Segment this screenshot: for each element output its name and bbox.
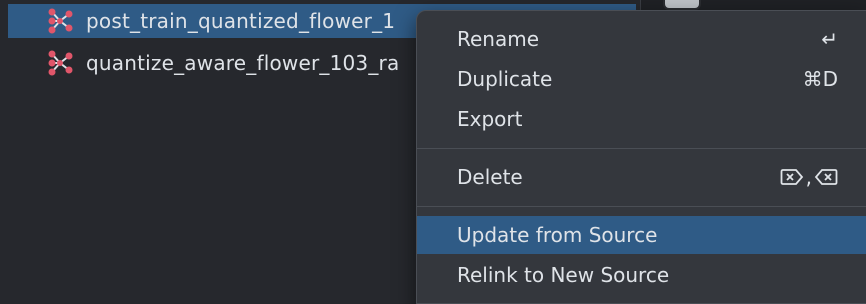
menu-separator: [417, 148, 866, 149]
menu-item-label: Relink to New Source: [457, 263, 670, 287]
forward-delete-icon: [780, 169, 803, 185]
file-name: post_train_quantized_flower_1: [86, 9, 396, 33]
menu-item-label: Export: [457, 107, 523, 131]
backspace-icon: [814, 169, 838, 185]
menu-item-rename[interactable]: Rename ↵: [417, 20, 866, 58]
menu-item-export[interactable]: Export: [417, 100, 866, 138]
shortcut-separator: ,: [805, 165, 812, 189]
file-name: quantize_aware_flower_103_ra: [86, 51, 400, 75]
delete-keys-icon: ,: [780, 165, 838, 189]
toggle-chip[interactable]: [663, 0, 701, 10]
menu-item-label: Update from Source: [457, 223, 658, 247]
return-key-icon: ↵: [821, 27, 838, 51]
menu-separator: [417, 206, 866, 207]
menu-item-relink-to-new-source[interactable]: Relink to New Source: [417, 256, 866, 294]
command-d-shortcut: ⌘D: [802, 67, 838, 91]
menu-item-label: Duplicate: [457, 67, 553, 91]
menu-item-label: Rename: [457, 27, 540, 51]
menu-item-label: Delete: [457, 165, 523, 189]
context-menu: Rename ↵ Duplicate ⌘D Export Delete , Up…: [416, 10, 866, 304]
neural-network-icon: [48, 50, 73, 76]
neural-network-icon: [48, 8, 73, 34]
app-window: post_train_quantized_flower_1 quantize_a…: [0, 0, 866, 304]
menu-item-update-from-source[interactable]: Update from Source: [417, 216, 866, 254]
menu-item-delete[interactable]: Delete ,: [417, 158, 866, 196]
menu-item-duplicate[interactable]: Duplicate ⌘D: [417, 60, 866, 98]
